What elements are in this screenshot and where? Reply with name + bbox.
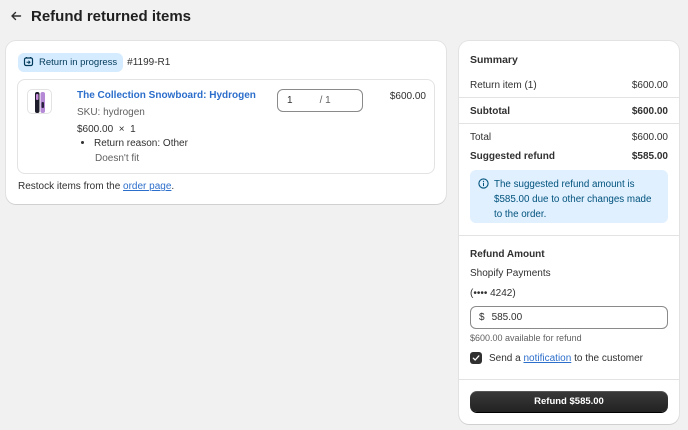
summary-label: Suggested refund bbox=[470, 151, 556, 162]
divider bbox=[459, 235, 679, 236]
product-price-quantity: $600.00 × 1 bbox=[77, 124, 136, 135]
line-item: The Collection Snowboard: Hydrogen SKU: … bbox=[17, 79, 435, 174]
info-banner: The suggested refund amount is $585.00 d… bbox=[470, 170, 668, 223]
page-title: Refund returned items bbox=[31, 7, 192, 25]
info-icon bbox=[478, 178, 489, 194]
refund-amount-value[interactable]: 585.00 bbox=[492, 312, 523, 323]
restock-suffix: . bbox=[171, 181, 175, 192]
return-order-number: #1199-R1 bbox=[127, 57, 171, 68]
order-page-link[interactable]: order page bbox=[123, 181, 171, 192]
restock-note: Restock items from the order page. bbox=[18, 181, 174, 192]
checkmark-icon bbox=[472, 355, 480, 361]
quantity-value[interactable]: 1 bbox=[287, 95, 293, 106]
return-reason: Return reason: Other bbox=[81, 138, 188, 149]
arrow-left-icon[interactable] bbox=[9, 9, 23, 23]
line-item-total: $600.00 bbox=[389, 91, 426, 102]
refund-amount-input[interactable]: $ 585.00 bbox=[470, 306, 668, 329]
summary-value: $585.00 bbox=[631, 151, 668, 162]
bullet-icon bbox=[81, 140, 84, 144]
summary-label: Total bbox=[470, 132, 492, 143]
summary-label: Subtotal bbox=[470, 106, 510, 117]
page-header: Refund returned items bbox=[9, 6, 191, 26]
available-for-refund: $600.00 available for refund bbox=[470, 333, 582, 343]
summary-value: $600.00 bbox=[631, 106, 668, 117]
currency-symbol: $ bbox=[479, 312, 485, 323]
return-status-row: Return in progress #1199-R1 bbox=[18, 53, 170, 72]
summary-value: $600.00 bbox=[631, 80, 668, 91]
return-icon bbox=[23, 56, 34, 70]
quantity-input[interactable]: 1 / 1 bbox=[277, 89, 363, 112]
summary-row-total: Total $600.00 bbox=[470, 132, 668, 143]
summary-card: Summary Return item (1) $600.00 Subtotal… bbox=[459, 41, 679, 424]
summary-value: $600.00 bbox=[631, 132, 668, 143]
status-badge: Return in progress bbox=[18, 53, 124, 72]
divider bbox=[459, 97, 679, 98]
summary-label: Return item (1) bbox=[470, 80, 537, 91]
info-banner-text: The suggested refund amount is $585.00 d… bbox=[494, 179, 652, 220]
return-reason-label: Return reason: Other bbox=[94, 138, 188, 149]
divider bbox=[459, 123, 679, 124]
notify-customer-row: Send a notification to the customer bbox=[470, 352, 643, 364]
product-thumbnail bbox=[27, 89, 52, 114]
summary-row-subtotal: Subtotal $600.00 bbox=[470, 106, 668, 117]
product-sku: SKU: hydrogen bbox=[77, 107, 145, 118]
summary-title: Summary bbox=[470, 54, 518, 66]
product-title-link[interactable]: The Collection Snowboard: Hydrogen bbox=[77, 90, 256, 101]
restock-prefix: Restock items from the bbox=[18, 181, 124, 192]
summary-row-return-item: Return item (1) $600.00 bbox=[470, 80, 668, 91]
summary-row-suggested-refund: Suggested refund $585.00 bbox=[470, 151, 668, 162]
return-reason-detail: Doesn't fit bbox=[95, 153, 140, 164]
divider bbox=[459, 379, 679, 380]
return-items-card: Return in progress #1199-R1 The Collecti… bbox=[6, 41, 446, 204]
notify-checkbox[interactable] bbox=[470, 352, 482, 364]
notification-link[interactable]: notification bbox=[523, 353, 571, 364]
status-badge-label: Return in progress bbox=[39, 57, 118, 68]
quantity-max: / 1 bbox=[319, 95, 331, 106]
refund-button[interactable]: Refund $585.00 bbox=[470, 391, 668, 412]
notify-suffix: to the customer bbox=[571, 352, 643, 364]
refund-amount-title: Refund Amount bbox=[470, 249, 545, 260]
notify-prefix: Send a bbox=[489, 352, 524, 364]
payment-method: Shopify Payments bbox=[470, 268, 551, 279]
payment-card: (•••• 4242) bbox=[470, 288, 516, 299]
